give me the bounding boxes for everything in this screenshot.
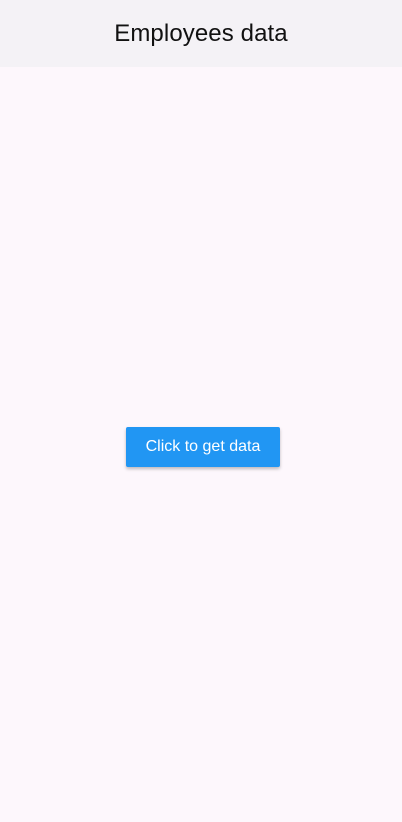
main-content: Click to get data — [0, 67, 402, 822]
get-data-button[interactable]: Click to get data — [126, 427, 280, 467]
app-bar: Employees data — [0, 0, 402, 67]
page-title: Employees data — [114, 20, 288, 47]
